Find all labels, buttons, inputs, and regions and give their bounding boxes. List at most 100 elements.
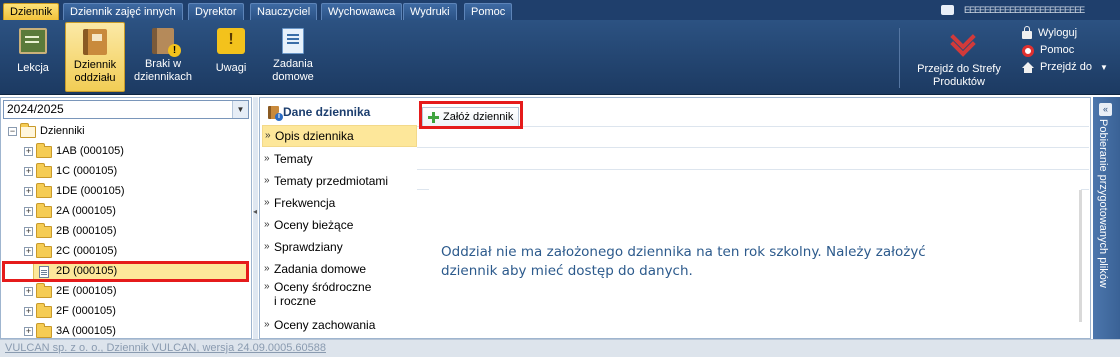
tree-item[interactable]: +2E (000105)	[1, 282, 251, 302]
highlight-box-tree-item	[2, 261, 249, 282]
pomoc-link[interactable]: Pomoc	[1022, 42, 1108, 59]
braki-w-dziennikach-button[interactable]: ! Braki w dziennikach	[130, 22, 196, 92]
menu-tab-wychowawca[interactable]: Wychowawca	[321, 3, 403, 20]
vertical-scrollbar[interactable]	[1079, 190, 1082, 322]
uwagi-label: Uwagi	[215, 62, 247, 74]
journal-book-icon	[83, 29, 107, 55]
folder-icon	[36, 283, 52, 298]
home-icon	[1022, 62, 1034, 73]
tree-item[interactable]: +2A (000105)	[1, 202, 251, 222]
expand-icon[interactable]: +	[24, 327, 33, 336]
zadania-label: Zadania domowe	[272, 58, 314, 83]
nav-item-sprawdziany[interactable]: Sprawdziany	[262, 237, 417, 257]
dziennik-oddzialu-label: Dziennik oddziału	[73, 59, 117, 84]
ribbon-separator	[899, 28, 900, 88]
caret-down-icon: ▼	[1099, 63, 1108, 72]
expand-icon[interactable]: +	[24, 227, 33, 236]
tree-item[interactable]: +2B (000105)	[1, 222, 251, 242]
lekcja-label: Lekcja	[17, 62, 49, 74]
menu-tab-wydruki[interactable]: Wydruki	[403, 3, 457, 20]
folder-icon	[36, 203, 52, 218]
expand-icon[interactable]: +	[24, 187, 33, 196]
menu-tab-pomoc[interactable]: Pomoc	[464, 3, 513, 20]
nav-header-label: Dane dziennika	[283, 105, 371, 119]
expand-icon[interactable]: +	[24, 287, 33, 296]
account-links: Wyloguj Pomoc Przejdź do ▼	[1022, 25, 1108, 76]
tree-item[interactable]: +2F (000105)	[1, 302, 251, 322]
journal-tree-panel: 2024/2025 ▼ − Dzienniki +1AB (000105) +1…	[0, 97, 252, 339]
nav-item-oceny-srodroczne[interactable]: Oceny śródroczne i roczne	[262, 280, 417, 312]
tree-item-label: 1DE (000105)	[56, 185, 125, 197]
lifebuoy-icon	[1022, 44, 1034, 57]
menu-tab-dziennik[interactable]: Dziennik	[3, 3, 60, 20]
expand-icon[interactable]: +	[24, 147, 33, 156]
folder-icon	[36, 163, 52, 178]
tree-item-label: 2E (000105)	[56, 285, 117, 297]
uwagi-button[interactable]: ! Uwagi	[206, 22, 256, 92]
tree-item-label: 2B (000105)	[56, 225, 117, 237]
strefa-produktow-link[interactable]: Przejdź do Strefy Produktów	[907, 63, 1011, 89]
top-right-area: EEEEEEEEEEEEEEEEEEEEEEEE	[941, 3, 1112, 17]
expand-icon[interactable]: +	[24, 167, 33, 176]
expand-panel-icon[interactable]: «	[1099, 103, 1112, 116]
menu-tab-nauczyciel[interactable]: Nauczyciel	[250, 3, 318, 20]
downloads-panel-title: Pobieranie przygotowanych plików	[1097, 119, 1109, 288]
nav-item-frekwencja[interactable]: Frekwencja	[262, 193, 417, 213]
message-icon[interactable]	[941, 5, 954, 15]
tree-item[interactable]: +1C (000105)	[1, 162, 251, 182]
folder-icon	[36, 223, 52, 238]
journal-content: Załóż dziennik Oddział nie ma założonego…	[417, 97, 1091, 339]
nav-item-tematy[interactable]: Tematy	[262, 149, 417, 169]
journal-warning-icon: !	[152, 28, 181, 57]
tree-item-label: 3A (000105)	[56, 325, 116, 337]
message-area: Oddział nie ma założonego dziennika na t…	[429, 189, 1081, 325]
wyloguj-label: Wyloguj	[1038, 27, 1078, 39]
tree-item-label: 1AB (000105)	[56, 145, 124, 157]
folder-icon	[36, 143, 52, 158]
expand-icon[interactable]: +	[24, 307, 33, 316]
journal-info-icon	[268, 105, 283, 121]
nav-item-tematy-przedmiotami[interactable]: Tematy przedmiotami	[262, 171, 417, 191]
dziennik-oddzialu-button[interactable]: Dziennik oddziału	[65, 22, 125, 92]
chevron-down-icon[interactable]: ▼	[232, 101, 248, 118]
nav-header: Dane dziennika	[260, 98, 417, 126]
tree-item[interactable]: +2C (000105)	[1, 242, 251, 262]
tree-item-label: 2A (000105)	[56, 205, 116, 217]
wyloguj-link[interactable]: Wyloguj	[1022, 25, 1108, 42]
tree-item-label: 1C (000105)	[56, 165, 118, 177]
expand-icon[interactable]: +	[24, 207, 33, 216]
row-divider	[417, 147, 1089, 148]
downloads-side-panel[interactable]: « Pobieranie przygotowanych plików	[1093, 97, 1120, 339]
tree-item-label: 2F (000105)	[56, 305, 116, 317]
school-year-value: 2024/2025	[7, 102, 64, 116]
user-name[interactable]: EEEEEEEEEEEEEEEEEEEEEEEE	[964, 4, 1112, 16]
version-link[interactable]: VULCAN sp. z o. o., Dziennik VULCAN, wer…	[5, 341, 326, 356]
tree-root-label: Dzienniki	[40, 125, 85, 137]
menu-tab-dziennik-zajec-innych[interactable]: Dziennik zajęć innych	[63, 3, 183, 20]
nav-item-zadania-domowe[interactable]: Zadania domowe	[262, 259, 417, 279]
braki-label: Braki w dziennikach	[133, 58, 193, 83]
przejdz-do-menu[interactable]: Przejdź do ▼	[1022, 59, 1108, 76]
chevron-logo-icon[interactable]	[950, 28, 974, 54]
panel-splitter[interactable]	[253, 97, 258, 339]
folder-icon	[36, 323, 52, 338]
zadania-domowe-button[interactable]: Zadania domowe	[262, 22, 324, 92]
note-exclamation-icon: !	[217, 28, 245, 54]
nav-item-oceny-zachowania[interactable]: Oceny zachowania	[262, 315, 417, 335]
lekcja-button[interactable]: Lekcja	[6, 22, 60, 92]
collapse-icon[interactable]: −	[8, 127, 17, 136]
tree-item[interactable]: +1AB (000105)	[1, 142, 251, 162]
homework-icon	[282, 28, 304, 54]
journal-sections-nav: Dane dziennika Opis dziennika Tematy Tem…	[259, 97, 417, 339]
nav-item-oceny-biezace[interactable]: Oceny bieżące	[262, 215, 417, 235]
school-year-select[interactable]: 2024/2025 ▼	[3, 100, 249, 119]
expand-icon[interactable]: +	[24, 247, 33, 256]
tree-root[interactable]: − Dzienniki	[1, 122, 251, 142]
row-divider	[417, 169, 1089, 170]
lock-icon	[1022, 26, 1032, 39]
nav-item-opis-dziennika[interactable]: Opis dziennika	[262, 125, 417, 147]
tree-item[interactable]: +1DE (000105)	[1, 182, 251, 202]
folder-open-icon	[20, 123, 36, 138]
menu-tab-dyrektor[interactable]: Dyrektor	[188, 3, 244, 20]
folder-icon	[36, 243, 52, 258]
